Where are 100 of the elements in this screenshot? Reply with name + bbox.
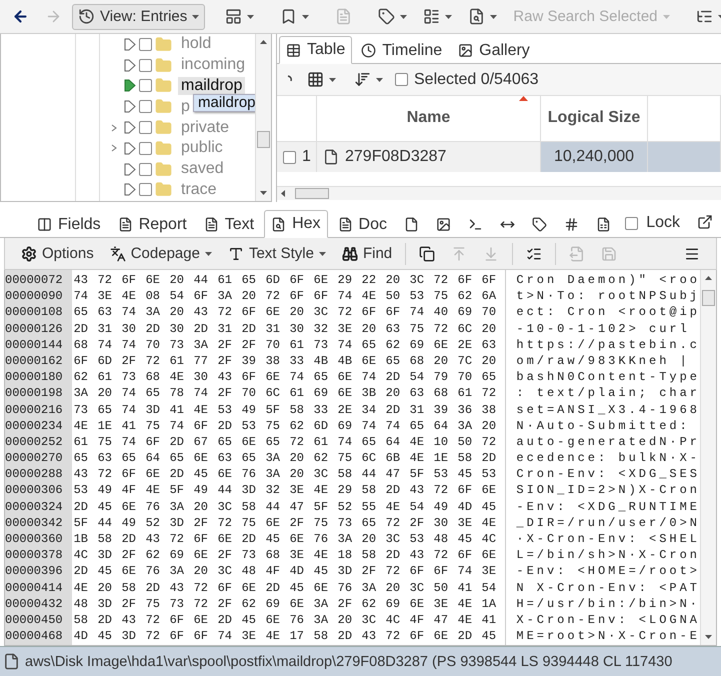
scrollbar[interactable] — [700, 270, 716, 645]
folder-name[interactable]: trace — [178, 180, 220, 199]
tab[interactable]: Timeline — [354, 37, 450, 63]
view-button[interactable]: View: Entries — [72, 4, 206, 30]
node-arrow-icon[interactable] — [124, 142, 136, 155]
checkbox[interactable] — [139, 142, 152, 155]
folder-icon — [155, 98, 172, 116]
codepage-button[interactable]: Codepage — [104, 240, 218, 266]
hex-bytes: 53 49 4F 4E 5F 49 44 3D 32 3E 4E 29 58 2D 43 72 6F 6E — [74, 482, 498, 499]
folder-icon — [155, 77, 172, 94]
node-arrow-icon[interactable] — [124, 183, 136, 196]
find-button[interactable]: Find — [336, 240, 398, 266]
folder-icon — [155, 160, 172, 178]
node-arrow-icon[interactable] — [124, 38, 136, 51]
ascii-text: ·X-Cron-Env: <SHEL — [516, 531, 700, 548]
offset-label: 00000396 — [5, 563, 64, 580]
hash-icon — [564, 217, 579, 232]
hex-bytes: 61 75 74 6F 2D 67 65 6E 65 72 61 74 65 64 4E 10 50 72 — [74, 434, 498, 450]
hex-bytes: 4D 45 3D 72 6F 6F 74 3E 4E 17 58 2D 43 72 6F 6E 2D 45 — [74, 628, 498, 644]
options-button[interactable]: Options — [15, 240, 100, 266]
node-arrow-icon[interactable] — [124, 79, 136, 92]
node-arrow-icon[interactable] — [124, 121, 136, 134]
scroll-down-icon[interactable] — [260, 191, 267, 195]
tab[interactable]: Table — [279, 36, 352, 64]
grid-icon — [307, 71, 324, 88]
copy-icon — [419, 246, 436, 262]
tree-list-icon — [696, 8, 713, 25]
offset-label: 00000378 — [5, 547, 64, 564]
tab[interactable]: Hex — [264, 210, 328, 238]
offset-label: 00000216 — [5, 402, 64, 418]
row-checkbox[interactable] — [283, 150, 296, 164]
column-header[interactable]: Name — [317, 96, 541, 142]
image-icon — [458, 43, 474, 58]
folder-name[interactable]: public — [178, 139, 226, 158]
hex-bytes: 2D 45 6E 76 3A 20 3C 58 44 47 5F 52 55 4E 54 49 4D 45 — [74, 498, 498, 515]
checkbox[interactable] — [139, 79, 152, 92]
scrollbar[interactable] — [255, 34, 271, 201]
folder-name[interactable]: incoming — [178, 56, 248, 74]
ascii-text: t>N·To: rootNPSubj — [516, 288, 700, 304]
folder-name[interactable]: p — [178, 98, 193, 116]
folder-icon — [155, 36, 172, 53]
offset-label: 00000324 — [5, 498, 64, 515]
select-all-checkbox[interactable] — [395, 73, 408, 86]
folder-name[interactable]: hold — [178, 35, 214, 54]
column-header[interactable]: Logical Size — [541, 96, 648, 142]
folder-name[interactable]: maildrop — [178, 76, 246, 95]
scrollbar[interactable] — [277, 186, 721, 200]
checkbox[interactable] — [139, 58, 152, 72]
folder-icon — [155, 181, 172, 198]
ascii-text: ME=root>N·X-Cron-E — [516, 628, 700, 644]
hex-bytes: 74 3E 4E 08 54 6F 3A 20 72 6F 6F 74 4E 50 53 75 62 6A — [74, 288, 498, 304]
textstyle-button[interactable]: Text Style — [222, 240, 332, 266]
hex-bytes: 58 2D 43 72 6F 6E 2D 45 6E 76 3A 20 3C 4C 4F 47 4E 41 — [74, 612, 498, 628]
hex-bytes: 2D 31 30 2D 30 2D 31 2D 31 30 32 3E 20 63 75 72 6C 20 — [74, 320, 498, 337]
tab[interactable]: Report — [110, 211, 194, 237]
scroll-thumb[interactable] — [257, 131, 270, 148]
tab[interactable]: Text — [196, 211, 262, 237]
lock-checkbox[interactable]: Lock — [625, 214, 680, 232]
list-icon — [526, 246, 542, 262]
tab[interactable]: Doc — [330, 211, 394, 237]
scroll-thumb[interactable] — [702, 290, 715, 306]
folder-icon — [155, 119, 172, 136]
caret-icon — [376, 78, 383, 82]
offset-label: 00000198 — [5, 385, 64, 402]
offset-label: 00000450 — [5, 612, 64, 628]
scroll-thumb[interactable] — [295, 188, 329, 199]
folder-name[interactable]: saved — [178, 160, 227, 178]
file-icon — [3, 653, 20, 670]
ascii-text: -Env: <HOME=/root> — [516, 563, 700, 580]
node-arrow-icon[interactable] — [124, 162, 136, 176]
offset-label: 00000306 — [5, 482, 64, 499]
offset-label: 00000468 — [5, 628, 64, 644]
offset-label: 00000072 — [5, 272, 64, 288]
checkbox[interactable] — [139, 162, 152, 176]
hex-bytes: 4E 20 58 2D 43 72 6F 6E 2D 45 6E 76 3A 20 3C 50 41 54 — [74, 580, 498, 596]
node-arrow-icon[interactable] — [124, 100, 136, 114]
sort-icon — [354, 71, 371, 88]
folder-name[interactable]: private — [178, 118, 232, 137]
scroll-up-icon[interactable] — [260, 40, 267, 44]
menu-icon — [684, 246, 700, 262]
checkbox[interactable] — [139, 100, 152, 114]
terminal-icon — [468, 217, 483, 232]
offset-label: 00000270 — [5, 450, 64, 466]
node-arrow-icon[interactable] — [124, 58, 136, 72]
offset-label: 00000180 — [5, 369, 64, 386]
checkbox[interactable] — [139, 121, 152, 134]
scroll-up-icon[interactable] — [705, 276, 712, 280]
ascii-text: : text/plain; char — [516, 385, 700, 402]
scroll-down-icon[interactable] — [705, 635, 712, 639]
checkbox[interactable] — [139, 183, 152, 196]
checkbox[interactable] — [139, 38, 152, 51]
tab[interactable]: Fields — [30, 211, 108, 237]
table-cell[interactable]: 10,240,000 — [541, 142, 648, 172]
hex-bytes: 65 63 65 64 65 6E 63 65 3A 20 62 75 6C 6B 4E 1E 58 2D — [74, 450, 498, 466]
scroll-left-icon[interactable] — [281, 190, 285, 197]
pop-out-icon[interactable] — [697, 214, 713, 230]
list-icon — [423, 8, 440, 25]
hex-bytes: 73 65 74 3D 41 4E 53 49 5F 58 33 2E 34 2D 31 39 36 38 — [74, 402, 498, 418]
offset-label: 00000144 — [5, 336, 64, 353]
tab[interactable]: Gallery — [451, 37, 537, 63]
